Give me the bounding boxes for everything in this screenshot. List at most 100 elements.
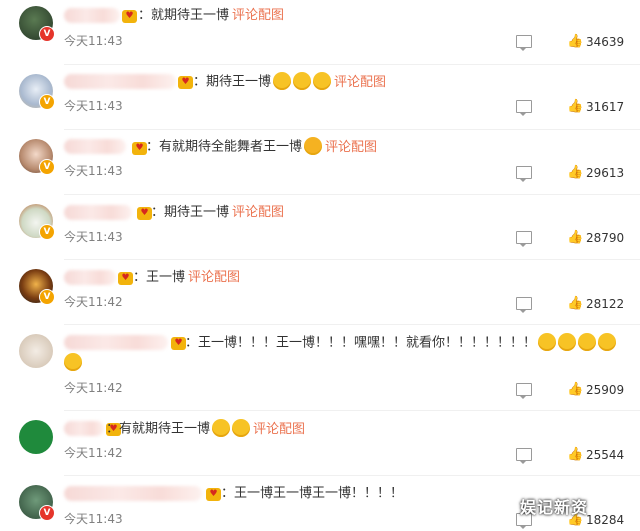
reply-icon[interactable] xyxy=(516,166,532,182)
username[interactable] xyxy=(64,74,176,89)
comment-body: ：期待王一博 xyxy=(193,74,272,90)
divider xyxy=(64,475,640,476)
reply-icon[interactable] xyxy=(516,297,532,313)
like-count: 34639 xyxy=(586,35,625,49)
reply-icon[interactable] xyxy=(516,383,532,399)
comment-image-link[interactable]: 评论配图 xyxy=(253,422,305,437)
reply-icon[interactable] xyxy=(516,35,532,51)
like-icon[interactable]: 👍 xyxy=(567,100,583,113)
tear-laugh-emoji-icon xyxy=(273,72,292,90)
scream-emoji-icon xyxy=(538,333,557,351)
username[interactable] xyxy=(64,205,132,220)
comment-image-link[interactable]: 评论配图 xyxy=(325,140,377,155)
comment-image-link[interactable]: 评论配图 xyxy=(334,75,386,90)
scream-emoji-icon xyxy=(598,333,617,351)
like-count: 25909 xyxy=(586,383,625,397)
verified-badge-icon: V xyxy=(39,94,55,110)
like-count: 31617 xyxy=(586,100,625,114)
comment-text: ：期待王一博 评论配图 xyxy=(193,72,386,91)
divider xyxy=(64,129,640,130)
fan-heart-icon: ♥ xyxy=(206,488,221,501)
comment-body: ：王一博！！！王一博！！！嘿嘿！！就看你！！！！！！！ xyxy=(185,335,537,351)
comment-text: ：王一博 评论配图 xyxy=(133,269,240,287)
like-count: 25544 xyxy=(586,448,625,462)
comment-text: ：王一博王一博王一博！！！！ xyxy=(221,485,403,503)
like-icon[interactable]: 👍 xyxy=(567,166,583,179)
comment-time: 今天11:42 xyxy=(64,295,123,309)
heart-eyes-emoji-icon xyxy=(232,419,251,437)
username[interactable] xyxy=(64,270,116,285)
comment-text: ：期待王一博 评论配图 xyxy=(151,204,284,222)
like-icon[interactable]: 👍 xyxy=(567,297,583,310)
tear-laugh-emoji-icon xyxy=(293,72,312,90)
comment-body: ：有就期待全能舞者王一博 xyxy=(146,139,303,155)
avatar[interactable]: V xyxy=(19,269,55,305)
fan-heart-icon: ♥ xyxy=(118,272,133,285)
like-icon[interactable]: 👍 xyxy=(567,383,583,396)
username[interactable] xyxy=(64,335,168,350)
comment-time: 今天11:43 xyxy=(64,99,123,113)
like-icon[interactable]: 👍 xyxy=(567,231,583,244)
comment-time: 今天11:43 xyxy=(64,230,123,244)
divider xyxy=(64,64,640,65)
like-count: 29613 xyxy=(586,166,625,180)
divider xyxy=(64,324,640,325)
avatar[interactable]: V xyxy=(19,74,55,110)
divider xyxy=(64,410,640,411)
username[interactable] xyxy=(64,8,120,23)
scream-emoji-icon xyxy=(578,333,597,351)
comment-text: ：就期待王一博 评论配图 xyxy=(138,7,284,25)
comment-time: 今天11:42 xyxy=(64,446,123,460)
watermark: 娱记新资 xyxy=(520,498,589,517)
avatar[interactable] xyxy=(19,334,53,368)
comment-text: ：有就期待全能舞者王一博 评论配图 xyxy=(146,137,377,156)
avatar[interactable]: V xyxy=(19,6,55,42)
party-emoji-icon xyxy=(304,137,323,155)
comment-time: 今天11:43 xyxy=(64,512,123,526)
reply-icon[interactable] xyxy=(516,100,532,116)
username[interactable] xyxy=(64,421,104,436)
verified-badge-icon: V xyxy=(39,505,55,521)
comment-body: ：王一博 xyxy=(133,270,186,285)
verified-badge-icon: V xyxy=(39,159,55,175)
avatar[interactable]: V xyxy=(19,139,55,175)
scream-emoji-icon xyxy=(64,353,82,371)
comment-image-link[interactable]: 评论配图 xyxy=(188,270,240,285)
divider xyxy=(64,259,640,260)
scream-emoji-icon xyxy=(558,333,577,351)
comment-image-link[interactable]: 评论配图 xyxy=(232,8,284,23)
divider xyxy=(64,194,640,195)
comment-time: 今天11:42 xyxy=(64,381,123,395)
fan-heart-icon: ♥ xyxy=(137,207,152,220)
heart-eyes-emoji-icon xyxy=(212,419,231,437)
like-icon[interactable]: 👍 xyxy=(567,35,583,48)
like-icon[interactable]: 👍 xyxy=(567,448,583,461)
reply-icon[interactable] xyxy=(516,231,532,247)
comment-body: ：王一博王一博王一博！！！！ xyxy=(221,486,404,501)
fan-heart-icon: ♥ xyxy=(122,10,137,23)
username[interactable] xyxy=(64,139,126,154)
like-count: 28790 xyxy=(586,231,625,245)
verified-badge-icon: V xyxy=(39,224,55,240)
comment-body: ：期待王一博 xyxy=(151,205,230,220)
fan-heart-icon: ♥ xyxy=(132,142,147,155)
like-count: 18284 xyxy=(586,513,625,527)
fan-heart-icon: ♥ xyxy=(178,76,193,89)
tear-laugh-emoji-icon xyxy=(313,72,332,90)
comment-text: ：有就期待王一博 评论配图 xyxy=(106,419,305,438)
verified-badge-icon: V xyxy=(39,289,55,305)
comment-time: 今天11:43 xyxy=(64,164,123,178)
comment-body: ：就期待王一博 xyxy=(138,8,230,23)
verified-badge-icon: V xyxy=(39,26,55,42)
comment-image-link[interactable]: 评论配图 xyxy=(232,205,284,220)
like-count: 28122 xyxy=(586,297,625,311)
avatar[interactable]: V xyxy=(19,485,55,521)
username[interactable] xyxy=(64,486,202,501)
comment-time: 今天11:43 xyxy=(64,34,123,48)
comment-body: ：有就期待王一博 xyxy=(106,421,211,437)
reply-icon[interactable] xyxy=(516,448,532,464)
comment-text: ：王一博！！！王一博！！！嘿嘿！！就看你！！！！！！！ xyxy=(185,333,617,352)
avatar[interactable] xyxy=(19,420,53,454)
avatar[interactable]: V xyxy=(19,204,55,240)
comment-text-line2 xyxy=(64,353,82,372)
